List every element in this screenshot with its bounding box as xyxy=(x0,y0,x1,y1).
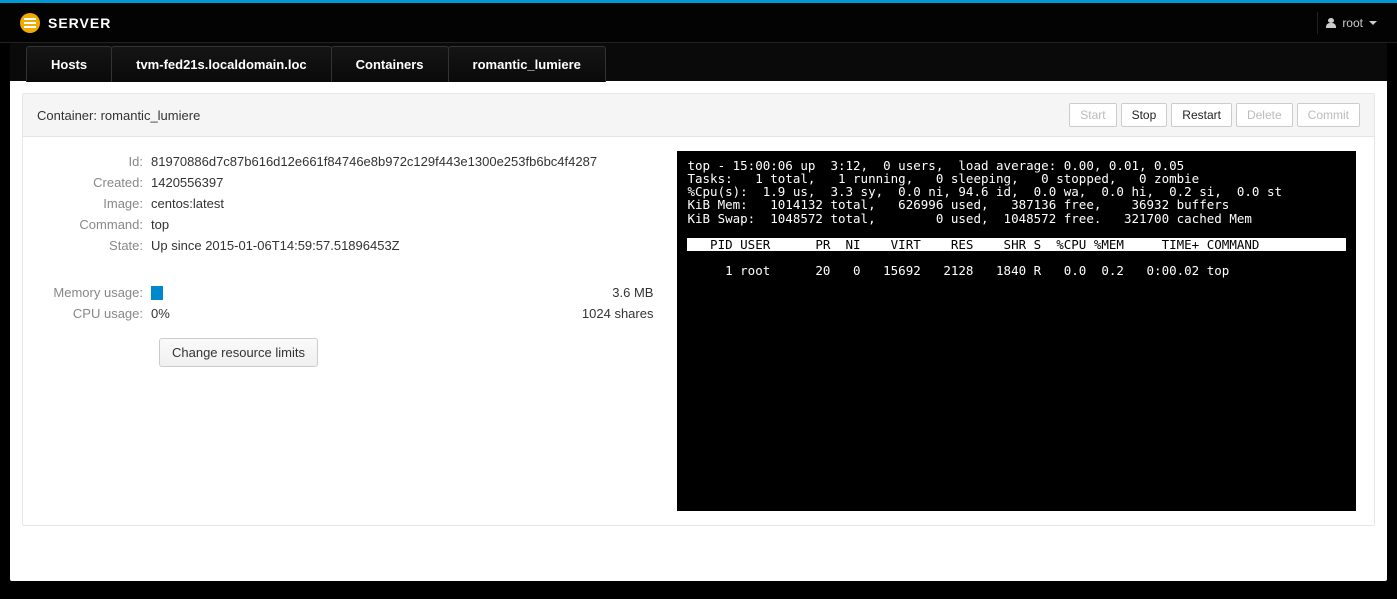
container-panel: Container: romantic_lumiere Start Stop R… xyxy=(22,93,1375,526)
panel-heading: Container: romantic_lumiere Start Stop R… xyxy=(23,94,1374,137)
cpu-usage-value: 0% xyxy=(151,306,170,321)
breadcrumb-containers[interactable]: Containers xyxy=(331,46,449,82)
action-buttons: Start Stop Restart Delete Commit xyxy=(1069,103,1360,127)
breadcrumb-host[interactable]: tvm-fed21s.localdomain.loc xyxy=(111,46,332,82)
terminal-output: top - 15:00:06 up 3:12, 0 users, load av… xyxy=(677,151,1356,511)
cpu-shares-value: 1024 shares xyxy=(574,306,654,321)
change-resource-limits-button[interactable]: Change resource limits xyxy=(159,338,318,367)
breadcrumb-hosts[interactable]: Hosts xyxy=(26,46,112,82)
cpu-usage-label: CPU usage: xyxy=(41,306,151,321)
start-button[interactable]: Start xyxy=(1069,103,1116,127)
command-label: Command: xyxy=(41,217,151,232)
page-title: Container: romantic_lumiere xyxy=(37,108,200,123)
image-label: Image: xyxy=(41,196,151,211)
memory-usage-label: Memory usage: xyxy=(41,285,151,300)
hamburger-icon xyxy=(20,13,40,33)
state-value: Up since 2015-01-06T14:59:57.51896453Z xyxy=(151,238,400,253)
topbar: SERVER root xyxy=(0,3,1397,43)
command-value: top xyxy=(151,217,169,232)
breadcrumb: Hosts tvm-fed21s.localdomain.loc Contain… xyxy=(10,43,1387,81)
restart-button[interactable]: Restart xyxy=(1171,103,1232,127)
created-value: 1420556397 xyxy=(151,175,223,190)
memory-usage-value: 3.6 MB xyxy=(604,285,653,300)
memory-usage-bar xyxy=(151,286,163,300)
state-label: State: xyxy=(41,238,151,253)
image-value: centos:latest xyxy=(151,196,224,211)
stop-button[interactable]: Stop xyxy=(1121,103,1168,127)
user-name: root xyxy=(1342,16,1363,30)
user-menu[interactable]: root xyxy=(1317,12,1385,34)
delete-button[interactable]: Delete xyxy=(1236,103,1293,127)
created-label: Created: xyxy=(41,175,151,190)
id-value: 81970886d7c87b616d12e661f84746e8b972c129… xyxy=(151,154,597,169)
id-label: Id: xyxy=(41,154,151,169)
user-icon xyxy=(1326,18,1336,28)
chevron-down-icon xyxy=(1369,21,1377,25)
brand[interactable]: SERVER xyxy=(20,13,111,33)
brand-text: SERVER xyxy=(48,15,111,31)
info-column: Id: 81970886d7c87b616d12e661f84746e8b972… xyxy=(23,151,671,511)
breadcrumb-container[interactable]: romantic_lumiere xyxy=(448,46,606,82)
commit-button[interactable]: Commit xyxy=(1297,103,1360,127)
